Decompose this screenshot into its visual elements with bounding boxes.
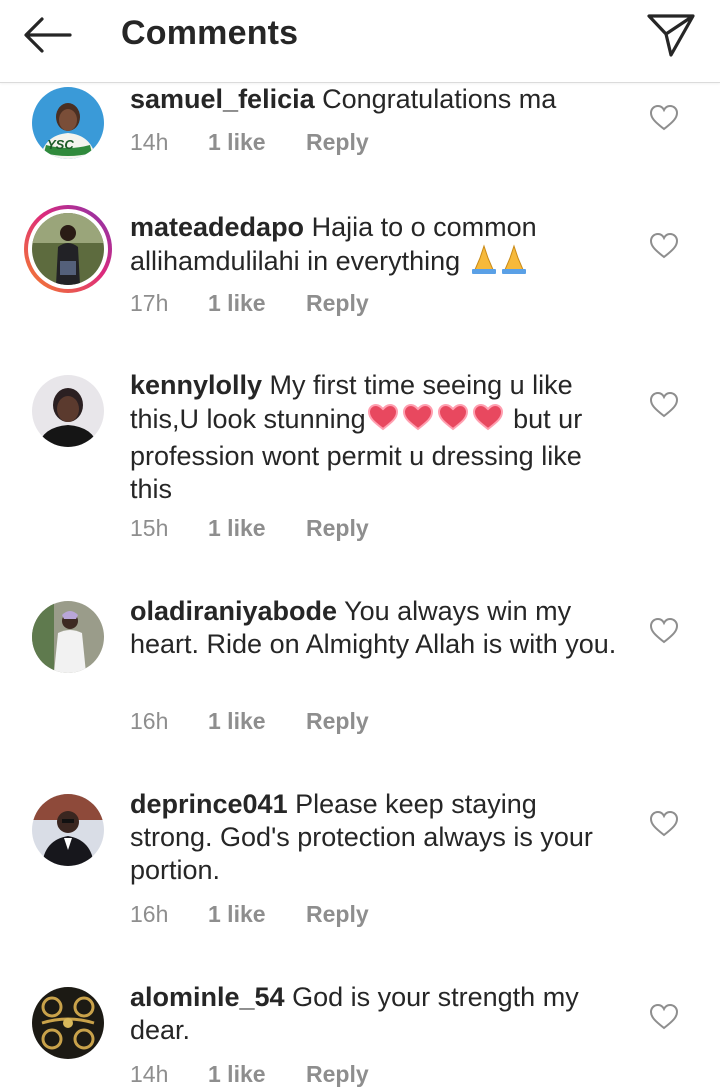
comment-text-block: kennylolly My first time seeing u like t…	[130, 369, 620, 506]
comment-meta: 16h 1 like Reply	[130, 899, 369, 929]
avatar-story-ring[interactable]	[24, 205, 112, 293]
comment-likes[interactable]: 1 like	[208, 1059, 306, 1089]
comment-time: 16h	[130, 708, 169, 734]
avatar-image	[32, 794, 104, 866]
comment-likes[interactable]: 1 like	[208, 899, 306, 929]
heart-outline-icon	[649, 232, 679, 259]
avatar-image	[32, 601, 104, 673]
heart-outline-icon	[649, 104, 679, 131]
comment-body: Congratulations ma	[314, 84, 557, 114]
comment-meta: 15h 1 like Reply	[130, 513, 369, 543]
comment-username[interactable]: kennylolly	[130, 370, 262, 400]
like-button[interactable]	[649, 617, 679, 645]
avatar[interactable]: YSC	[32, 87, 104, 159]
comment-meta: 16h 1 like Reply	[130, 706, 369, 736]
comment-text-block: deprince041 Please keep staying strong. …	[130, 788, 620, 887]
top-bar: Comments	[0, 0, 720, 83]
comment-text-block: oladiraniyabode You always win my heart.…	[130, 595, 620, 661]
page-title: Comments	[121, 14, 299, 52]
comment-username[interactable]: samuel_felicia	[130, 84, 315, 114]
avatar[interactable]	[32, 987, 104, 1059]
reply-button[interactable]: Reply	[306, 513, 369, 543]
avatar[interactable]	[32, 601, 104, 673]
reply-button[interactable]: Reply	[306, 127, 369, 157]
comment-likes[interactable]: 1 like	[208, 513, 306, 543]
comment-text-block: mateadedapo Hajia to o common allihamdul…	[130, 211, 620, 282]
heart-outline-icon	[649, 810, 679, 837]
comment-time: 15h	[130, 515, 169, 541]
avatar[interactable]	[32, 794, 104, 866]
paper-plane-icon	[647, 14, 695, 57]
avatar-image	[32, 375, 104, 447]
like-button[interactable]	[649, 810, 679, 838]
reply-button[interactable]: Reply	[306, 706, 369, 736]
comment-time: 16h	[130, 901, 169, 927]
comment-time: 14h	[130, 129, 169, 155]
comment-time: 14h	[130, 1061, 169, 1087]
comment-time: 17h	[130, 290, 169, 316]
comment-username[interactable]: mateadedapo	[130, 212, 304, 242]
reply-button[interactable]: Reply	[306, 899, 369, 929]
back-button[interactable]	[18, 12, 78, 58]
comment-likes[interactable]: 1 like	[208, 127, 306, 157]
avatar	[32, 213, 104, 285]
reply-button[interactable]: Reply	[306, 288, 369, 318]
comment-likes[interactable]: 1 like	[208, 706, 306, 736]
comment-meta: 14h 1 like Reply	[130, 1059, 369, 1089]
heart-outline-icon	[649, 391, 679, 418]
like-button[interactable]	[649, 232, 679, 260]
comment-username[interactable]: oladiraniyabode	[130, 596, 337, 626]
avatar[interactable]	[32, 375, 104, 447]
like-button[interactable]	[649, 104, 679, 132]
comment-text-block: alominle_54 God is your strength my dear…	[130, 981, 620, 1047]
sparkling-heart-emoji	[366, 402, 506, 440]
reply-button[interactable]: Reply	[306, 1059, 369, 1089]
heart-outline-icon	[649, 1003, 679, 1030]
like-button[interactable]	[649, 1003, 679, 1031]
avatar-image	[32, 213, 104, 285]
comment-meta: 14h 1 like Reply	[130, 127, 369, 157]
comment-list[interactable]: YSC samuel_felicia Congratulations ma 14…	[0, 83, 720, 1092]
arrow-left-icon	[24, 17, 72, 53]
comment-likes[interactable]: 1 like	[208, 288, 306, 318]
comment-username[interactable]: deprince041	[130, 789, 288, 819]
like-button[interactable]	[649, 391, 679, 419]
folded-hands-emoji	[468, 244, 532, 282]
avatar-image	[32, 987, 104, 1059]
avatar-label: YSC	[47, 137, 74, 152]
comment-username[interactable]: alominle_54	[130, 982, 285, 1012]
heart-outline-icon	[649, 617, 679, 644]
comment-text-block: samuel_felicia Congratulations ma	[130, 83, 620, 116]
comment-meta: 17h 1 like Reply	[130, 288, 369, 318]
send-button[interactable]	[644, 10, 698, 60]
